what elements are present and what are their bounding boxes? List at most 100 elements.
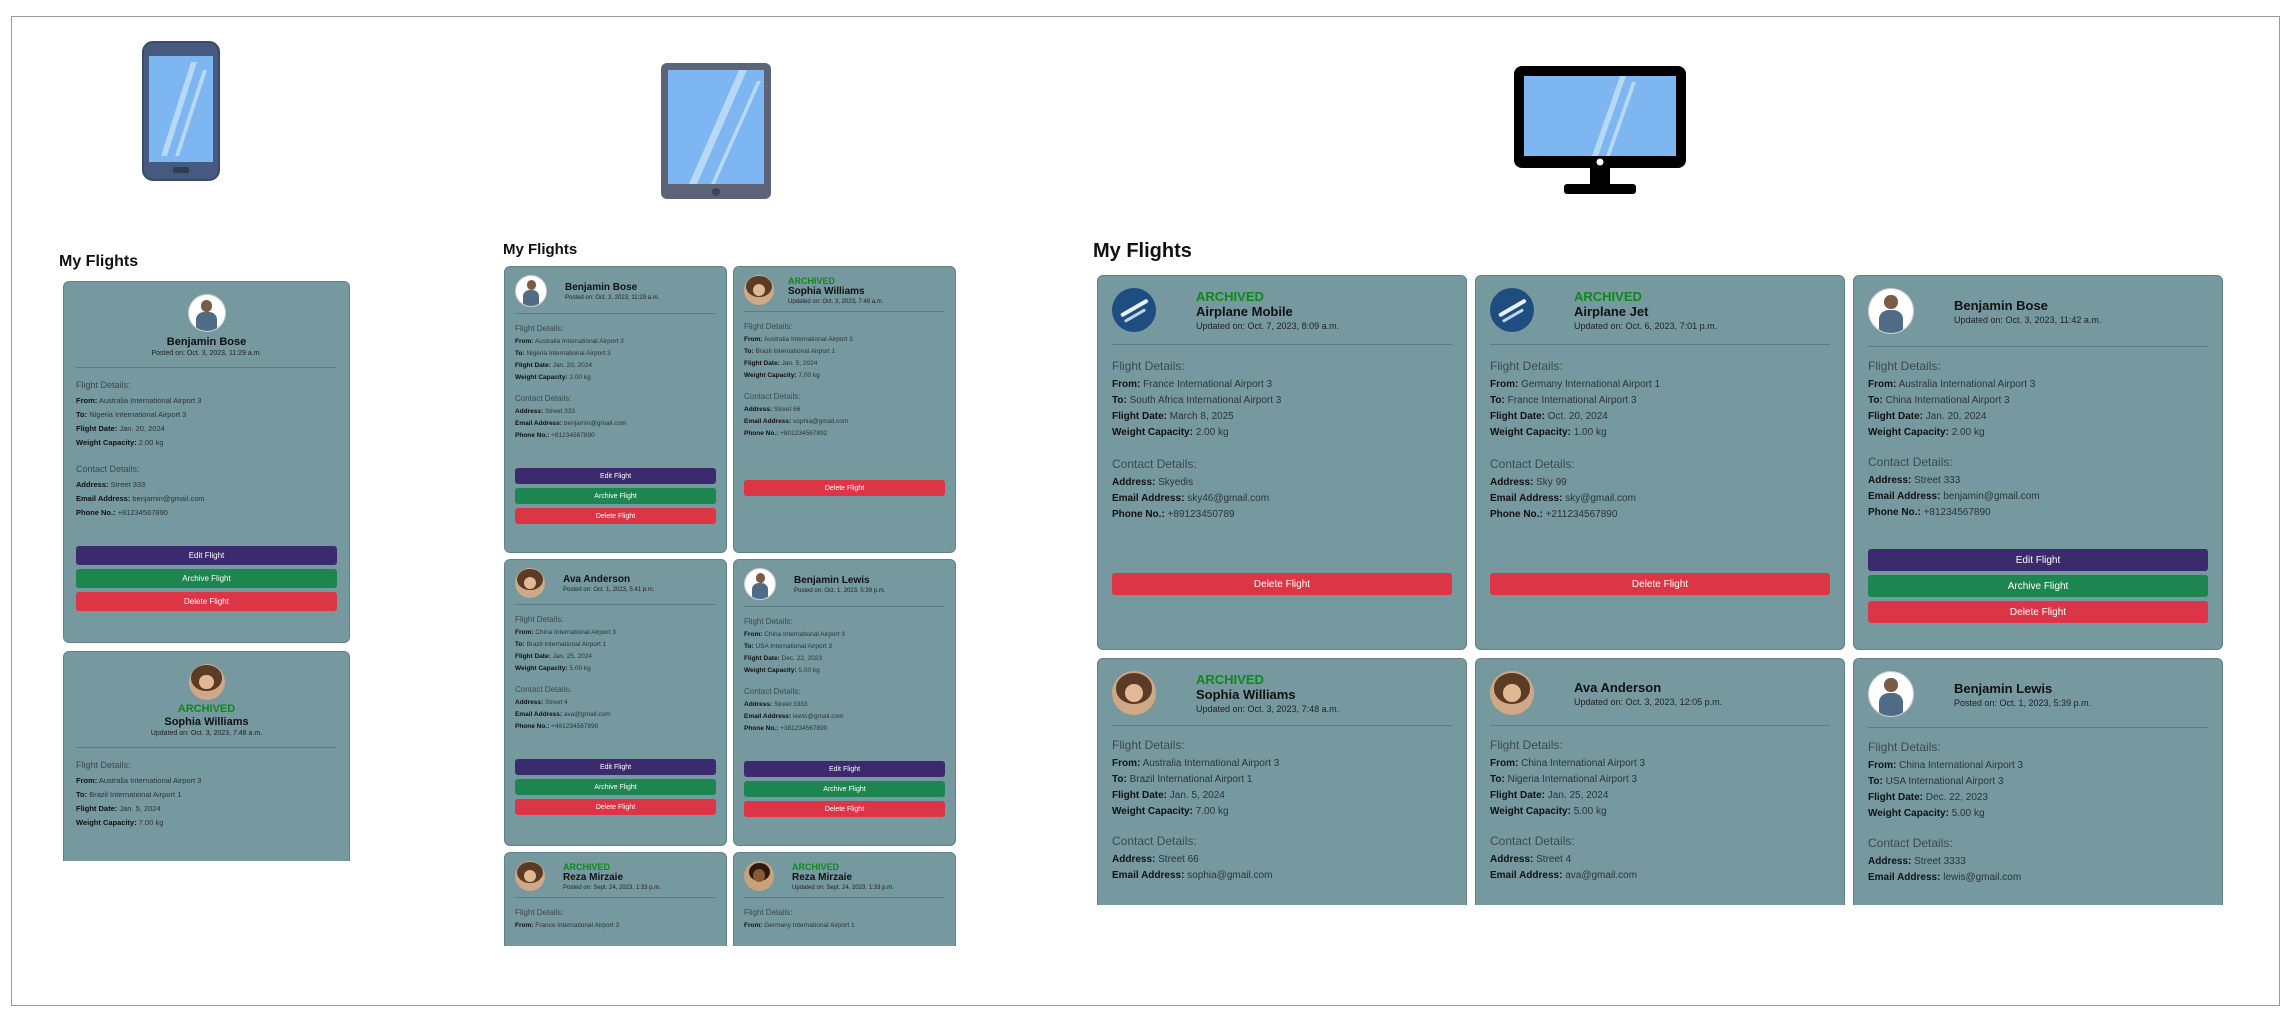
posted-date: Updated on: Oct. 7, 2023, 8:09 a.m.: [1196, 321, 1340, 331]
to-row: To: Brazil International Airport 1: [744, 348, 836, 355]
posted-date: Posted on: Oct. 1, 2023, 5:39 p.m.: [794, 587, 886, 594]
avatar: [515, 275, 547, 307]
email-row: Email Address: ava@gmail.com: [1490, 870, 1638, 881]
mobile-panel: Benjamin Bose Posted on: Oct. 3, 2023, 1…: [63, 281, 352, 861]
card-name: Sophia Williams: [1196, 687, 1296, 702]
avatar: [187, 294, 226, 332]
from-row: From: Australia International Airport 3: [515, 338, 624, 345]
desktop-card-3: Benjamin Bose Updated on: Oct. 3, 2023, …: [1853, 275, 2223, 650]
avatar: [744, 275, 774, 305]
phone-row: Phone No.: +801234567892: [744, 430, 828, 437]
card-name: Reza Mirzaie: [792, 871, 853, 883]
address-row: Address: Street 3333: [1868, 856, 1966, 867]
address-row: Address: Street 333: [515, 408, 575, 415]
date-row: Flight Date: Jan. 25, 2024: [1490, 790, 1609, 801]
edit-flight-button[interactable]: Edit Flight: [1868, 549, 2208, 571]
from-row: From: China International Airport 3: [515, 629, 616, 636]
archived-badge: ARCHIVED: [563, 861, 611, 872]
delete-flight-button[interactable]: Delete Flight: [76, 592, 337, 611]
edit-flight-button[interactable]: Edit Flight: [76, 546, 337, 565]
address-row: Address: Street 4: [515, 699, 568, 706]
card-name: Benjamin Bose: [565, 281, 638, 293]
contact-details-label: Contact Details:: [1112, 457, 1197, 471]
tablet-page-title: My Flights: [503, 241, 578, 258]
delete-flight-button[interactable]: Delete Flight: [1490, 573, 1830, 595]
date-row: Flight Date: Dec. 22, 2023: [1868, 792, 1989, 803]
weight-row: Weight Capacity: 7.00 kg: [1112, 806, 1229, 817]
tablet-card-6: ARCHIVED Reza Mirzaie Updated on: Sept. …: [733, 852, 956, 946]
from-row: From: Australia International Airport 3: [76, 396, 202, 405]
edit-flight-button[interactable]: Edit Flight: [515, 468, 716, 484]
delete-flight-button[interactable]: Delete Flight: [515, 508, 716, 524]
from-row: From: Australia International Airport 3: [1112, 758, 1280, 769]
flight-details-label: Flight Details:: [76, 760, 131, 770]
posted-date: Posted on: Oct. 1, 2023, 5:39 p.m.: [1954, 697, 2092, 708]
from-row: From: France International Airport 3: [1112, 379, 1273, 390]
address-row: Address: Street 3333: [744, 701, 808, 708]
archive-flight-button[interactable]: Archive Flight: [1868, 575, 2208, 597]
phone-row: Phone No.: +81234567890: [515, 432, 595, 439]
address-row: Address: Street 66: [744, 406, 801, 413]
flight-details-label: Flight Details:: [1490, 738, 1563, 752]
delete-flight-button[interactable]: Delete Flight: [1112, 573, 1452, 595]
email-row: Email Address: benjamin@gmail.com: [76, 494, 205, 503]
to-row: To: China International Airport 3: [1868, 395, 2010, 406]
flight-details-label: Flight Details:: [744, 617, 793, 626]
edit-flight-button[interactable]: Edit Flight: [744, 761, 945, 777]
archived-badge: ARCHIVED: [1196, 289, 1264, 304]
contact-details-label: Contact Details:: [515, 685, 572, 694]
weight-row: Weight Capacity: 7.00 kg: [76, 818, 164, 827]
email-row: Email Address: lewis@gmail.com: [744, 713, 844, 720]
date-row: Flight Date: Jan. 25, 2024: [515, 653, 592, 660]
avatar: [744, 861, 774, 891]
from-row: From: Australia International Airport 3: [1868, 379, 2036, 390]
to-row: To: Nigeria International Airport 3: [515, 350, 611, 357]
flight-details-label: Flight Details:: [76, 380, 131, 390]
card-name: Benjamin Bose: [1954, 297, 2048, 313]
card-name: Benjamin Bose: [166, 336, 247, 348]
to-row: To: USA International Airport 3: [744, 643, 833, 650]
delete-flight-button[interactable]: Delete Flight: [515, 799, 716, 815]
weight-row: Weight Capacity: 5.00 kg: [1868, 808, 1985, 819]
from-row: From: Australia International Airport 3: [744, 336, 853, 343]
to-row: To: France International Airport 3: [1490, 395, 1637, 406]
edit-flight-button[interactable]: Edit Flight: [515, 759, 716, 775]
avatar: [515, 568, 545, 598]
card-name: Reza Mirzaie: [563, 871, 624, 883]
flight-details-label: Flight Details:: [1112, 359, 1185, 373]
posted-date: Posted on: Oct. 3, 2023, 11:29 a.m.: [151, 350, 262, 357]
address-row: Address: Street 333: [1868, 475, 1961, 486]
email-row: Email Address: sky46@gmail.com: [1112, 493, 1270, 504]
contact-details-label: Contact Details:: [1490, 457, 1575, 471]
archive-flight-button[interactable]: Archive Flight: [515, 488, 716, 504]
date-row: Flight Date: Jan. 20, 2024: [515, 362, 592, 369]
weight-row: Weight Capacity: 2.00 kg: [76, 438, 164, 447]
flight-details-label: Flight Details:: [1868, 740, 1941, 754]
archive-flight-button[interactable]: Archive Flight: [515, 779, 716, 795]
email-row: Email Address: benjamin@gmail.com: [515, 420, 627, 427]
desktop-card-6: Benjamin Lewis Posted on: Oct. 1, 2023, …: [1853, 658, 2223, 905]
phone-row: Phone No.: +491234567890: [515, 723, 599, 730]
delete-flight-button[interactable]: Delete Flight: [744, 801, 945, 817]
email-row: Email Address: sophia@gmail.com: [744, 418, 849, 425]
archive-flight-button[interactable]: Archive Flight: [744, 781, 945, 797]
from-row: From: Australia International Airport 3: [76, 776, 202, 785]
desktop-page-title: My Flights: [1093, 240, 1192, 262]
email-row: Email Address: lewis@gmail.com: [1868, 872, 2022, 883]
mobile-card-1: Benjamin Bose Posted on: Oct. 3, 2023, 1…: [63, 281, 350, 643]
email-row: Email Address: benjamin@gmail.com: [1868, 491, 2040, 502]
to-row: To: Brazil International Airport 1: [515, 641, 607, 648]
contact-details-label: Contact Details:: [76, 464, 140, 474]
tablet-card-4: Benjamin Lewis Posted on: Oct. 1, 2023, …: [733, 559, 956, 846]
weight-row: Weight Capacity: 5.00 kg: [744, 667, 820, 674]
tablet-card-3: Ava Anderson Posted on: Oct. 1, 2023, 5:…: [504, 559, 727, 846]
archive-flight-button[interactable]: Archive Flight: [76, 569, 337, 588]
delete-flight-button[interactable]: Delete Flight: [744, 480, 945, 496]
flight-details-label: Flight Details:: [1868, 359, 1941, 373]
date-row: Flight Date: Jan. 20, 2024: [76, 424, 165, 433]
card-name: Benjamin Lewis: [794, 574, 870, 586]
delete-flight-button[interactable]: Delete Flight: [1868, 601, 2208, 623]
address-row: Address: Sky 99: [1490, 477, 1567, 488]
avatar: [1490, 671, 1534, 715]
to-row: To: USA International Airport 3: [1868, 776, 2004, 787]
